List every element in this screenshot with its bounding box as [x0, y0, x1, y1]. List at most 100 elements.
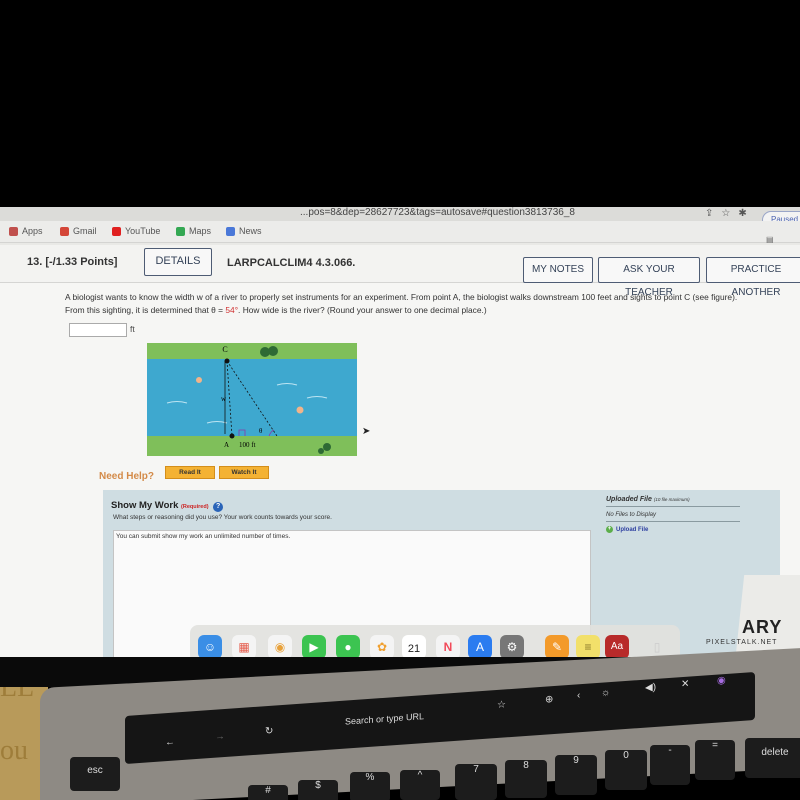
finder-icon[interactable]: ☺ [198, 635, 222, 659]
label-a: A [224, 441, 229, 449]
poster-text: ou [0, 735, 28, 766]
river-figure: C w θ A 100 ft [147, 343, 357, 456]
uploaded-title-text: Uploaded File [606, 496, 652, 503]
key-8[interactable]: 8 [505, 760, 547, 798]
key-7[interactable]: 7 [455, 764, 497, 800]
delete-key[interactable]: delete [745, 738, 800, 778]
news-icon [226, 226, 235, 236]
browser-action-icons: ⇪☆✱ [705, 208, 755, 219]
mouse-cursor-icon: ➤ [362, 426, 371, 437]
touchbar-search[interactable]: Search or type URL [345, 711, 424, 727]
upload-file-label: Upload File [616, 526, 649, 533]
webassign-page: 13. [-/1.33 Points] DETAILS LARPCALCLIM4… [0, 245, 800, 660]
my-notes-button[interactable]: MY NOTES [523, 257, 593, 283]
bush-icon [323, 443, 331, 451]
back-arrow-icon[interactable]: ← [165, 737, 175, 749]
point-c [224, 358, 230, 364]
far-bank [147, 343, 357, 359]
bookmark-label: YouTube [125, 226, 161, 236]
calendar-icon[interactable]: 21 [402, 635, 426, 659]
laptop-screen: ...pos=8&dep=28627723&tags=autosave#ques… [0, 207, 800, 660]
esc-key[interactable]: esc [70, 757, 120, 791]
details-button[interactable]: DETAILS [144, 248, 212, 276]
bookmark-label: Gmail [73, 226, 97, 236]
bookmark-youtube[interactable]: YouTube [112, 226, 160, 236]
new-tab-icon[interactable]: ⊕ [545, 694, 553, 706]
news-app-icon[interactable]: N [436, 635, 460, 659]
photos-icon[interactable]: ✿ [370, 635, 394, 659]
show-work-title-text: Show My Work [111, 500, 179, 511]
key-caret[interactable]: ^ [400, 770, 440, 800]
reload-icon[interactable]: ↻ [265, 726, 273, 738]
ask-teacher-button[interactable]: ASK YOUR TEACHER [598, 257, 700, 298]
dictionary-icon[interactable]: Aa [605, 635, 629, 659]
key-dollar[interactable]: $ [298, 780, 338, 800]
brightness-icon[interactable]: ☼ [601, 687, 610, 699]
key-equals[interactable]: = [695, 740, 735, 780]
bookmark-label: Apps [22, 226, 43, 236]
point-a [229, 433, 235, 439]
label-distance: 100 ft [239, 441, 256, 449]
fish-icon [296, 406, 304, 414]
show-work-limit: You can submit show my work an unlimited… [116, 533, 291, 540]
read-it-button[interactable]: Read It [165, 466, 215, 479]
uploaded-files-section: Uploaded File (10 file maximum) No Files… [606, 496, 740, 533]
key-0[interactable]: 0 [605, 750, 647, 790]
volume-icon[interactable]: ◀) [645, 682, 656, 694]
question-text-post: . How wide is the river? (Round your ans… [238, 304, 487, 315]
required-label: (Required) [181, 504, 209, 510]
question-header: 13. [-/1.33 Points] DETAILS LARPCALCLIM4… [0, 245, 800, 298]
no-files-text: No Files to Display [606, 507, 740, 522]
bush-icon [318, 448, 324, 454]
label-c: C [222, 345, 227, 354]
help-icon[interactable]: ? [213, 502, 224, 512]
upload-file-link[interactable]: + Upload File [606, 526, 740, 533]
answer-unit: ft [130, 324, 135, 334]
bookmark-star-icon[interactable]: ☆ [497, 699, 506, 711]
bookmark-apps[interactable]: Apps [9, 226, 43, 236]
answer-input[interactable] [69, 323, 127, 337]
bookmark-gmail[interactable]: Gmail [60, 226, 97, 236]
stickies-icon[interactable]: ≡ [576, 635, 600, 659]
siri-icon[interactable]: ◉ [717, 675, 726, 687]
gmail-icon [60, 226, 69, 236]
app-store-icon[interactable]: A [468, 635, 492, 659]
youtube-icon [112, 226, 121, 236]
theta-value: 54° [225, 304, 239, 315]
bookmark-maps[interactable]: Maps [176, 226, 211, 236]
need-help-label: Need Help? [99, 471, 155, 482]
url-text[interactable]: ...pos=8&dep=28627723&tags=autosave#ques… [300, 207, 575, 218]
question-text-pre: From this sighting, it is determined tha… [65, 304, 226, 315]
system-preferences-icon[interactable]: ⚙ [500, 635, 524, 659]
messages-icon[interactable]: ● [336, 635, 360, 659]
expand-icon[interactable]: ‹ [577, 690, 580, 701]
watermark-site: PIXELSTALK.NET [706, 639, 778, 646]
key-percent[interactable]: % [350, 772, 390, 800]
maps-icon [176, 226, 185, 236]
chrome-icon[interactable]: ◉ [268, 635, 292, 659]
question-text: A biologist wants to know the width w of… [65, 291, 800, 316]
facetime-icon[interactable]: ▶ [302, 635, 326, 659]
address-bar[interactable]: ...pos=8&dep=28627723&tags=autosave#ques… [0, 207, 800, 221]
key-minus[interactable]: - [650, 745, 690, 785]
bush-icon [268, 346, 278, 356]
forward-arrow-icon[interactable]: → [215, 731, 225, 743]
apps-grid-icon [9, 226, 18, 236]
pages-icon[interactable]: ✎ [545, 635, 569, 659]
key-9[interactable]: 9 [555, 755, 597, 795]
plus-circle-icon: + [606, 526, 613, 533]
key-hash[interactable]: # [248, 785, 288, 800]
bookmarks-bar: Apps Gmail YouTube Maps News [0, 221, 800, 243]
bookmark-label: News [239, 226, 262, 236]
show-work-title: Show My Work (Required) ? [111, 500, 224, 512]
fish-icon [196, 377, 202, 383]
question-number-points: 13. [-/1.33 Points] [27, 256, 118, 268]
mute-icon[interactable]: ✕ [681, 679, 689, 691]
practice-another-button[interactable]: PRACTICE ANOTHER [706, 257, 800, 298]
bookmark-news[interactable]: News [226, 226, 262, 236]
question-text-line2: From this sighting, it is determined tha… [65, 304, 800, 317]
launchpad-icon[interactable]: ▦ [232, 635, 256, 659]
uploaded-file-title: Uploaded File (10 file maximum) [606, 496, 740, 507]
uploaded-note: (10 file maximum) [653, 497, 690, 502]
watch-it-button[interactable]: Watch It [219, 466, 269, 479]
